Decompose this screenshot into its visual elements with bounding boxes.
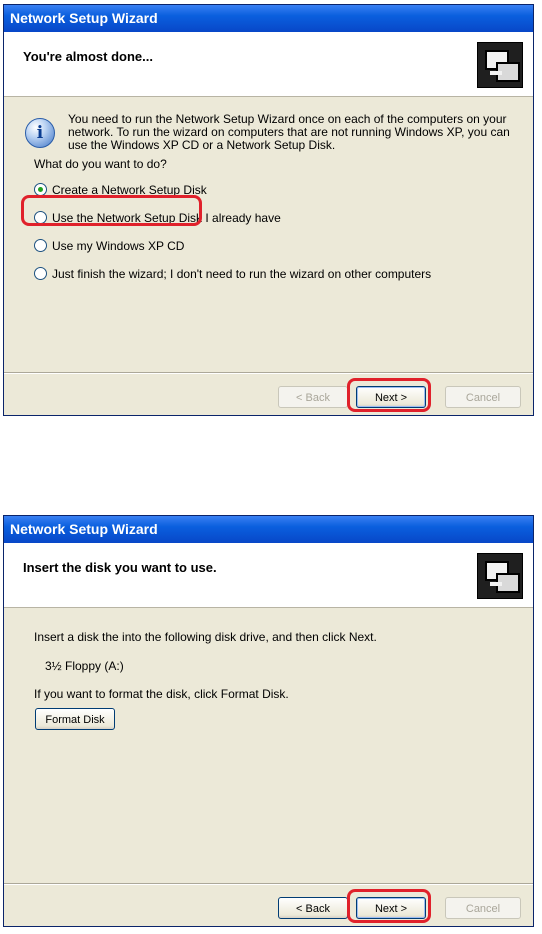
radio-use-xp-cd[interactable]: Use my Windows XP CD (34, 236, 184, 254)
radio-button[interactable] (34, 267, 47, 281)
highlight-create-disk (21, 195, 202, 226)
network-computers-icon (477, 553, 523, 599)
cancel-button[interactable]: Cancel (445, 386, 521, 408)
footer-divider (4, 372, 533, 374)
format-disk-button[interactable]: Format Disk (35, 708, 115, 730)
instruction-text: Insert a disk the into the following dis… (34, 630, 377, 644)
footer-divider (4, 883, 533, 885)
format-instruction: If you want to format the disk, click Fo… (34, 687, 289, 701)
wizard-header: You're almost done... (4, 32, 533, 97)
back-button[interactable]: < Back (278, 386, 348, 408)
radio-just-finish[interactable]: Just finish the wizard; I don't need to … (34, 264, 431, 282)
info-icon: i (25, 118, 55, 148)
wizard-dialog-2: Network Setup Wizard Insert the disk you… (3, 515, 534, 927)
wizard-header: Insert the disk you want to use. (4, 543, 533, 608)
highlight-next-button (347, 889, 431, 923)
back-button[interactable]: < Back (278, 897, 348, 919)
title-bar[interactable]: Network Setup Wizard (4, 516, 533, 543)
radio-button[interactable] (34, 239, 47, 253)
title-bar[interactable]: Network Setup Wizard (4, 5, 533, 32)
page-title: Insert the disk you want to use. (23, 560, 217, 575)
highlight-next-button (347, 378, 431, 412)
drive-label: 3½ Floppy (A:) (45, 659, 124, 673)
page-title: You're almost done... (23, 49, 153, 64)
question-label: What do you want to do? (34, 157, 167, 171)
info-text: You need to run the Network Setup Wizard… (68, 112, 510, 152)
network-computers-icon (477, 42, 523, 88)
cancel-button[interactable]: Cancel (445, 897, 521, 919)
